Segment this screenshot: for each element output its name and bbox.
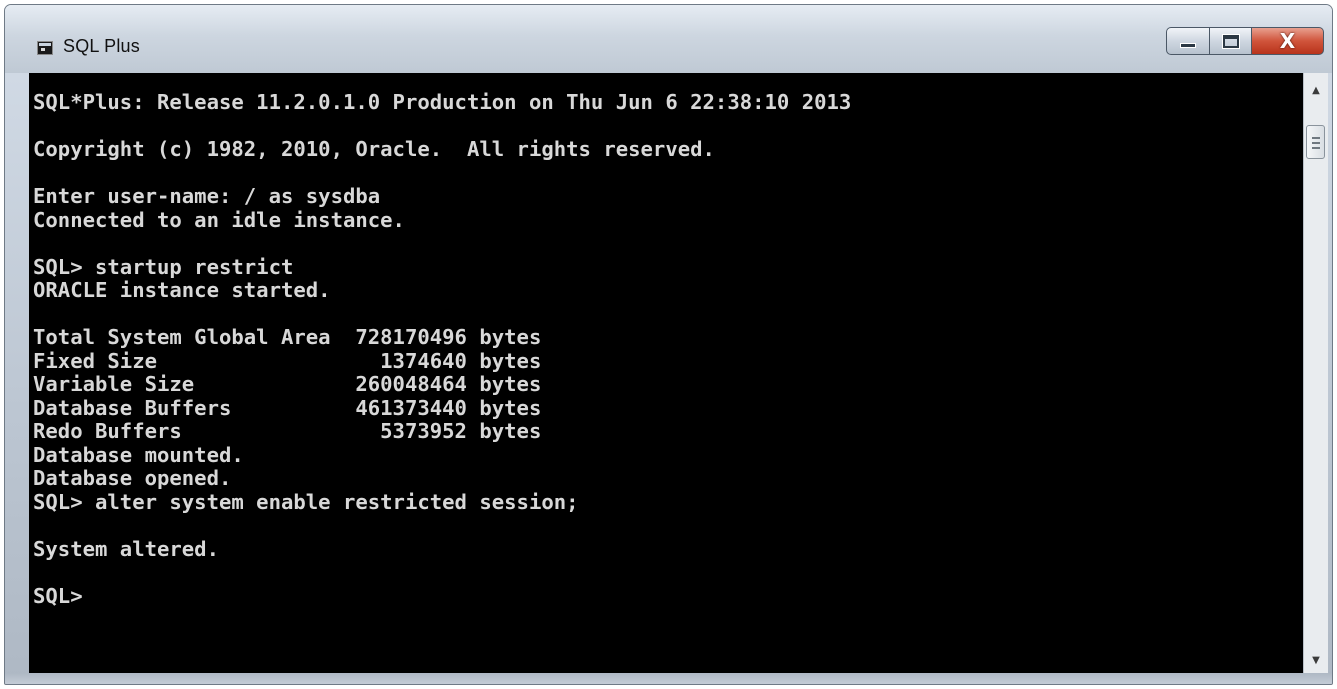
window-title: SQL Plus [63,36,140,56]
scroll-up-arrow-icon[interactable]: ▲ [1304,79,1328,101]
close-icon: X [1279,29,1296,53]
window-controls: X [1166,27,1324,55]
console-output-area[interactable]: SQL*Plus: Release 11.2.0.1.0 Production … [29,73,1303,675]
maximize-icon [1221,33,1240,49]
scroll-down-arrow-icon[interactable]: ▼ [1304,649,1328,671]
console-text: SQL*Plus: Release 11.2.0.1.0 Production … [33,90,852,608]
maximize-button[interactable] [1210,27,1252,55]
console-app-icon[interactable] [37,41,53,55]
minimize-icon [1180,43,1196,48]
window-bottom-frame [5,673,1332,684]
vertical-scrollbar[interactable]: ▲ ▼ [1303,73,1328,675]
close-button[interactable]: X [1252,27,1324,55]
title-bar[interactable]: SQL Plus X [5,5,1332,73]
scroll-thumb[interactable] [1306,125,1325,159]
sqlplus-window: SQL Plus X SQL*Plus: Release 11.2.0.1.0 … [4,4,1333,685]
minimize-button[interactable] [1166,27,1210,55]
